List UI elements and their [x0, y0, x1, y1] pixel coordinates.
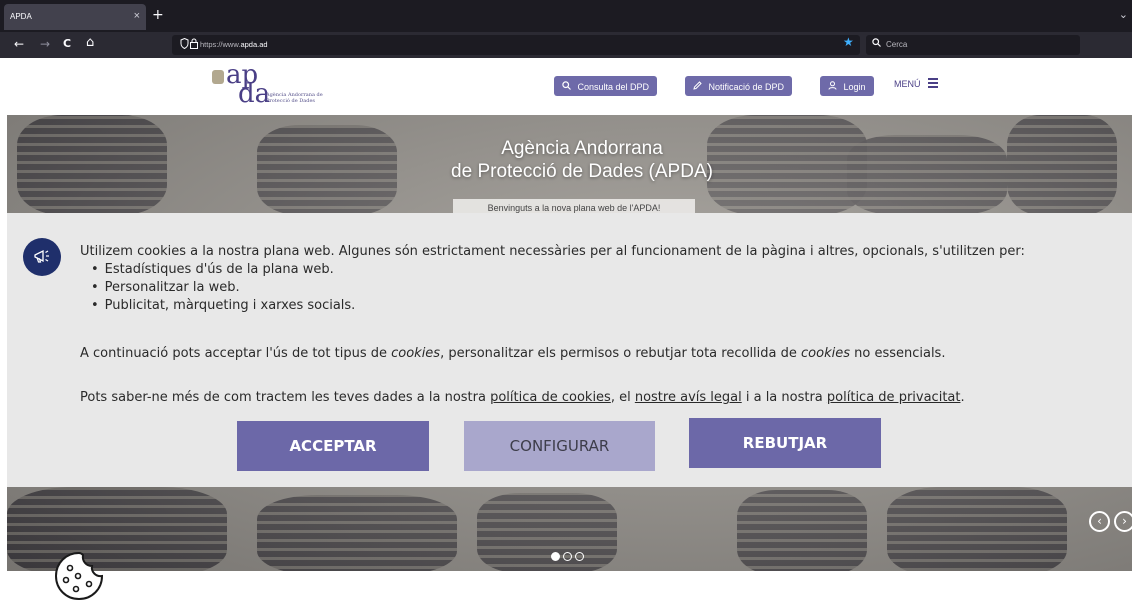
url-prefix: https://www.: [200, 40, 241, 49]
browser-tab[interactable]: APDA ×: [4, 4, 146, 30]
list-item: Personalitzar la web.: [91, 279, 1125, 297]
privacy-policy-link[interactable]: política de privacitat: [827, 390, 961, 405]
site-header: ap da Agència Andorrana de Protecció de …: [7, 58, 1132, 115]
back-icon[interactable]: ←: [14, 37, 24, 51]
reload-icon[interactable]: C: [63, 37, 71, 50]
p2-cookies-word: cookies: [801, 346, 850, 361]
cookie-options-text: A continuació pots acceptar l'ús de tot …: [80, 346, 945, 361]
cookie-settings-icon[interactable]: [50, 548, 108, 606]
cookie-intro-text: Utilizem cookies a la nostra plana web. …: [80, 244, 1025, 259]
configure-button[interactable]: CONFIGURAR: [464, 421, 655, 471]
tab-title: APDA: [10, 12, 32, 21]
p3-part: , el: [610, 390, 635, 405]
hero-title-line1: Agència Andorrana: [501, 138, 663, 159]
search-icon: [872, 38, 881, 50]
search-input[interactable]: Cerca: [886, 40, 907, 49]
slider-dot[interactable]: [563, 552, 572, 561]
hero-title-line2: de Protecció de Dades (APDA): [451, 161, 713, 182]
search-bar[interactable]: Cerca: [866, 35, 1080, 55]
apda-logo[interactable]: ap da Agència Andorrana de Protecció de …: [212, 62, 332, 107]
notificacio-dpd-label: Notificació de DPD: [708, 82, 785, 92]
close-tab-icon[interactable]: ×: [134, 10, 140, 22]
megaphone-icon: [23, 238, 61, 276]
url-domain: apda.ad: [240, 40, 268, 49]
cookie-intro: Utilizem cookies a la nostra plana web. …: [80, 243, 1125, 315]
cookie-purpose-list: Estadístiques d'ús de la plana web. Pers…: [91, 261, 1125, 315]
p3-part: i a la nostra: [741, 390, 827, 405]
list-item: Estadístiques d'ús de la plana web.: [91, 261, 1125, 279]
login-label: Login: [843, 82, 866, 92]
cookie-banner: Utilizem cookies a la nostra plana web. …: [7, 213, 1132, 487]
pencil-icon: [693, 81, 705, 92]
consulta-dpd-button[interactable]: Consulta del DPD: [554, 76, 658, 96]
notificacio-dpd-button[interactable]: Notificació de DPD: [685, 76, 793, 96]
shield-icon: [180, 37, 189, 52]
login-button[interactable]: Login: [820, 76, 874, 96]
coat-of-arms-icon: [212, 70, 224, 84]
browser-nav-bar: ← → C ⌂ https://www.apda.ad ★ Cerca: [0, 32, 1132, 58]
list-item: Publicitat, màrqueting i xarxes socials.: [91, 297, 1125, 315]
p2-cookies-word: cookies: [391, 346, 441, 361]
cookie-policy-link[interactable]: política de cookies: [490, 390, 611, 405]
next-slide-icon[interactable]: ›: [1114, 511, 1132, 532]
slider-dots: [551, 546, 587, 565]
prev-slide-icon[interactable]: ‹: [1089, 511, 1110, 532]
hamburger-menu-icon[interactable]: [928, 78, 938, 88]
p2-part: no essencials.: [849, 346, 946, 361]
logo-subtitle: Agència Andorrana de Protecció de Dades: [266, 92, 323, 104]
home-icon[interactable]: ⌂: [86, 35, 94, 50]
slider-dot[interactable]: [551, 552, 560, 561]
reject-button[interactable]: REBUTJAR: [689, 418, 881, 468]
search-icon: [562, 81, 574, 92]
url-bar[interactable]: https://www.apda.ad: [172, 35, 860, 55]
consulta-dpd-label: Consulta del DPD: [577, 82, 650, 92]
bookmark-star-icon[interactable]: ★: [843, 35, 854, 49]
browser-tab-bar: APDA × + ⌄: [0, 0, 1132, 32]
forward-icon[interactable]: →: [40, 37, 50, 51]
cookie-links-text: Pots saber-ne més de com tractem les tev…: [80, 390, 965, 405]
p2-part: A continuació pots acceptar l'ús de tot …: [80, 346, 392, 361]
p3-part: Pots saber-ne més de com tractem les tev…: [80, 390, 491, 405]
lock-icon: [190, 38, 198, 52]
legal-notice-link[interactable]: nostre avís legal: [635, 390, 742, 405]
p3-part: .: [960, 390, 965, 405]
p2-part: , personalitzar els permisos o rebutjar …: [440, 346, 802, 361]
user-icon: [828, 81, 840, 92]
hero-title: Agència Andorrana de Protecció de Dades …: [7, 137, 1132, 183]
tabs-menu-icon[interactable]: ⌄: [1119, 8, 1128, 21]
accept-button[interactable]: ACCEPTAR: [237, 421, 429, 471]
slider-dot[interactable]: [575, 552, 584, 561]
new-tab-button[interactable]: +: [152, 7, 164, 23]
url-text: https://www.apda.ad: [200, 40, 268, 49]
menu-button[interactable]: MENÚ: [894, 79, 921, 89]
